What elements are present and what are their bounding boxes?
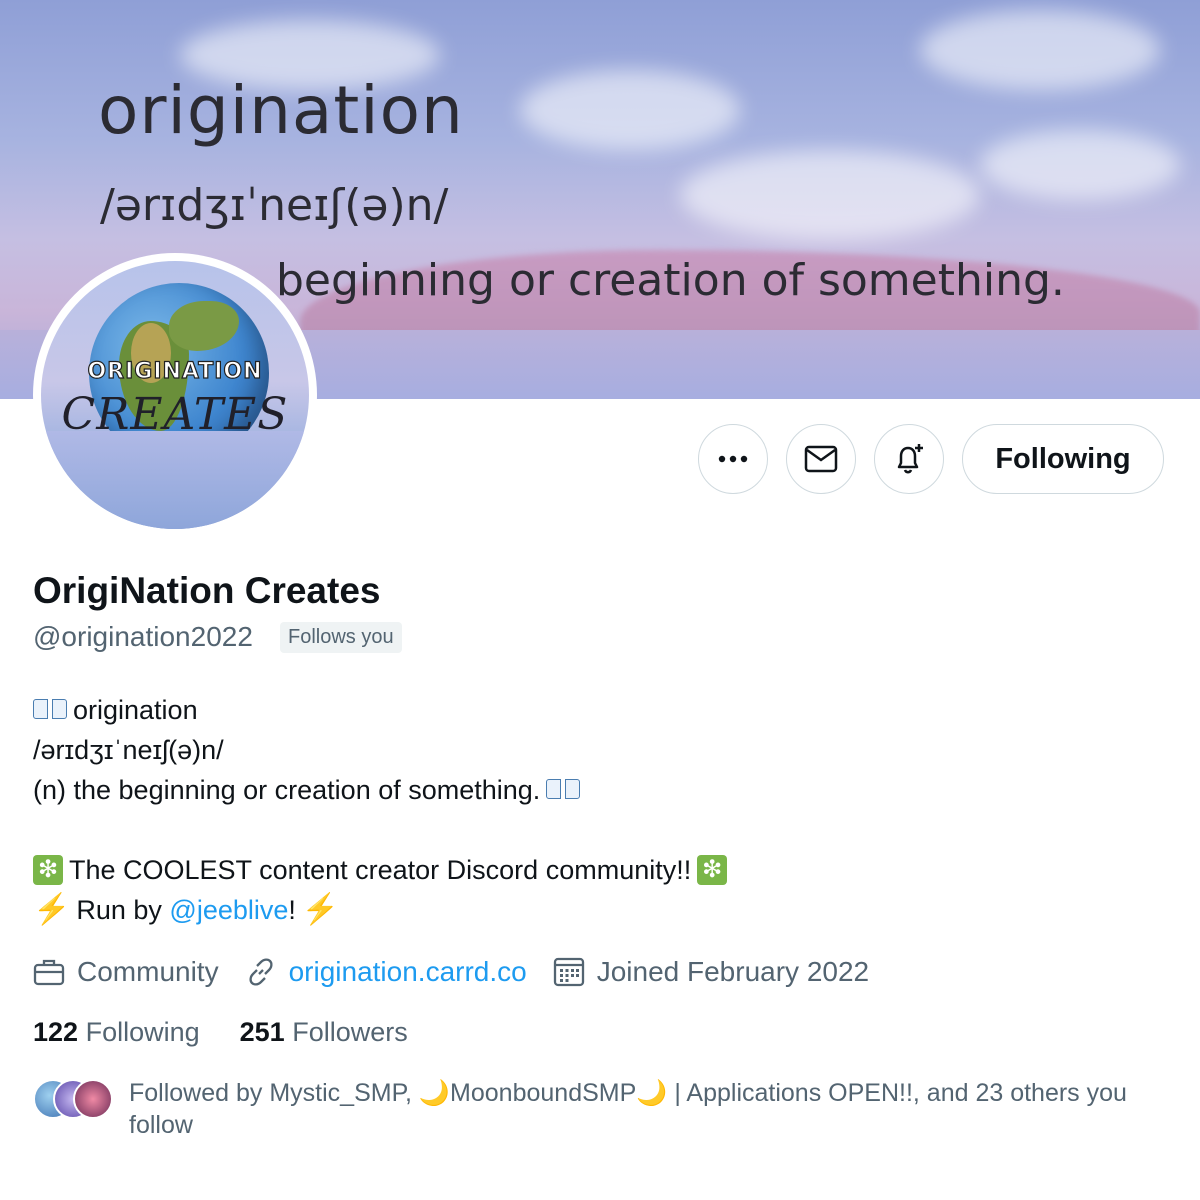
avatar-image: ORIGINATION CREATES — [41, 261, 309, 529]
bio-line: origination — [33, 690, 733, 730]
bio-text: ! — [288, 895, 296, 925]
lightning-icon: ⚡ — [301, 893, 340, 926]
category: Community — [33, 956, 219, 988]
join-date: Joined February 2022 — [553, 956, 869, 988]
book-icon — [33, 699, 67, 721]
sparkle-icon: ❇ — [697, 855, 728, 885]
bio-line: (n) the beginning or creation of somethi… — [33, 770, 733, 810]
profile-meta: Community origination.carrd.co Joined Fe… — [33, 952, 895, 992]
banner-word: origination — [98, 72, 464, 149]
banner-cloud — [920, 10, 1160, 90]
bio-text: origination — [73, 695, 198, 725]
avatar-logo-title: ORIGINATION — [87, 358, 263, 384]
bio-line: ⚡ Run by @jeeblive ! ⚡ — [33, 890, 733, 930]
calendar-icon — [553, 957, 584, 987]
bio-line: ❇ The COOLEST content creator Discord co… — [33, 850, 733, 890]
category-label: Community — [77, 956, 219, 987]
following-count-link[interactable]: 122 Following — [33, 1017, 200, 1048]
avatar — [73, 1079, 113, 1119]
avatar[interactable]: ORIGINATION CREATES — [33, 253, 317, 537]
more-icon — [718, 455, 748, 463]
bio-text: The COOLEST content creator Discord comm… — [69, 855, 692, 885]
banner-definition: beginning or creation of something. — [276, 255, 1065, 306]
avatar-logo-subtitle: CREATES — [61, 389, 289, 440]
following-label: Following — [85, 1017, 200, 1047]
banner-cloud — [980, 130, 1180, 200]
follow-stats: 122 Following 251 Followers — [33, 1017, 448, 1048]
bio: origination /ərɪdʒɪˈneɪʃ(ə)n/ (n) the be… — [33, 690, 733, 930]
handle: @origination2022 — [33, 621, 253, 652]
message-button[interactable] — [786, 424, 856, 494]
book-icon — [546, 779, 581, 801]
mention-link[interactable]: @jeeblive — [169, 890, 288, 930]
followers-count-link[interactable]: 251 Followers — [240, 1017, 408, 1048]
following-count: 122 — [33, 1017, 79, 1047]
avatar-water — [41, 431, 309, 529]
banner-phonetic: /ərɪdʒɪˈneɪʃ(ə)n/ — [100, 180, 449, 231]
followers-count: 251 — [239, 1017, 285, 1047]
more-button[interactable] — [698, 424, 768, 494]
mutual-avatars — [33, 1079, 113, 1119]
joined-label: Joined February 2022 — [596, 956, 870, 987]
link-icon — [249, 958, 273, 986]
followed-by[interactable]: Followed by Mystic_SMP, 🌙MoonboundSMP🌙 |… — [33, 1077, 1163, 1147]
display-name: OrigiNation Creates — [33, 570, 381, 611]
bell-plus-icon — [897, 444, 923, 474]
followed-by-text: Followed by Mystic_SMP, 🌙MoonboundSMP🌙 |… — [129, 1079, 1127, 1139]
sparkle-icon: ❇ — [33, 855, 63, 885]
website[interactable]: origination.carrd.co — [245, 956, 527, 988]
bio-text: Run by — [76, 895, 170, 925]
banner-cloud — [680, 150, 980, 240]
notifications-button[interactable] — [874, 424, 944, 494]
following-button[interactable]: Following — [962, 424, 1164, 494]
mail-icon — [804, 445, 838, 473]
website-link[interactable]: origination.carrd.co — [289, 956, 527, 988]
bio-text: (n) the beginning or creation of somethi… — [33, 775, 541, 805]
followers-label: Followers — [292, 1017, 408, 1047]
briefcase-icon — [33, 959, 65, 986]
bio-text: /ərɪdʒɪˈneɪʃ(ə)n/ — [33, 735, 224, 765]
bio-line: /ərɪdʒɪˈneɪʃ(ə)n/ — [33, 730, 733, 770]
banner-cloud — [520, 70, 740, 150]
lightning-icon: ⚡ — [33, 893, 71, 926]
follows-you-badge: Follows you — [280, 622, 402, 653]
